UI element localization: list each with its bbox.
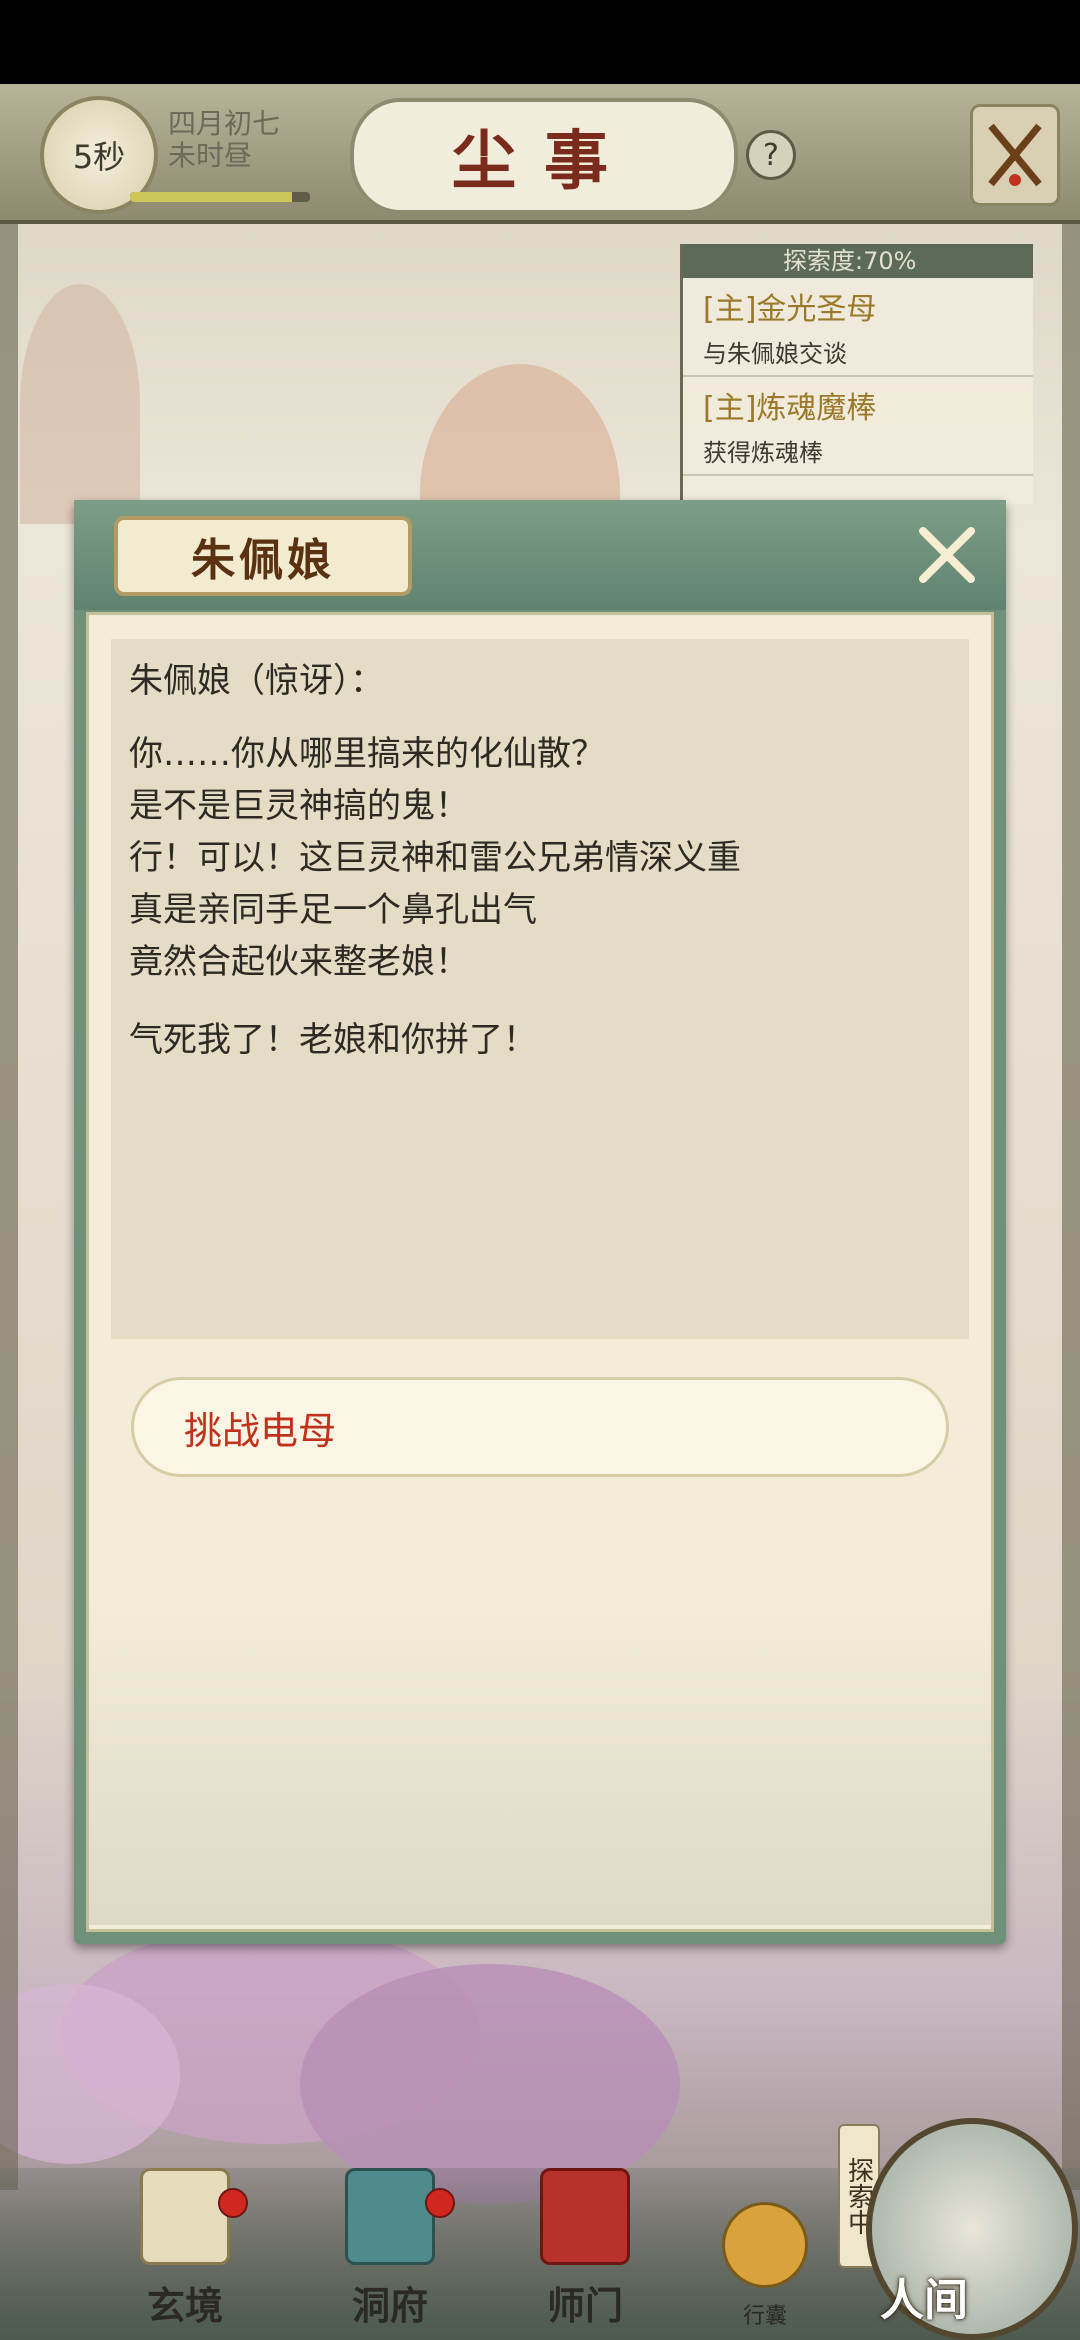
page-title-text: 尘事 [452,124,636,199]
nav-item-xingnang[interactable]: 行囊 [680,2168,850,2340]
timer-text: 5秒 [72,138,126,176]
date-line-1: 四月初七 [168,107,281,140]
exploration-progress: 探索度:70% [683,244,1033,278]
nav-label: 行囊 [742,2304,787,2329]
quest-title: [主]金光圣母 [703,292,877,327]
nav-item-shimen[interactable]: 师门 [500,2168,670,2340]
quest-tracker[interactable]: 探索度:70% [主]金光圣母 与朱佩娘交谈 [主]炼魂魔棒 获得炼魂棒 [680,244,1033,504]
dialog-close-button[interactable] [912,520,982,590]
crossed-swords-icon [988,123,1042,187]
option-label: 挑战电母 [184,1408,337,1453]
dialog-line: 气死我了！老娘和你拼了！ [129,1020,537,1060]
page-title: 尘事 [350,98,738,214]
npc-dialog: 朱佩娘 朱佩娘（惊讶）： 你……你从哪里搞来的化仙散？ 是不是巨灵神搞的鬼！ 行… [74,500,1006,1944]
landscape-mist-art [89,1595,991,1925]
quest-title: [主]炼魂魔棒 [703,391,877,426]
dialog-header: 朱佩娘 [74,500,1006,610]
nav-item-dongfu[interactable]: 洞府 [305,2168,475,2340]
banner-icon [540,2168,630,2265]
exit-button[interactable] [970,104,1060,206]
date-line-2: 未时昼 [168,139,253,172]
notification-dot [218,2188,248,2218]
quest-item[interactable]: [主]金光圣母 与朱佩娘交谈 [683,278,1033,377]
nav-label: 洞府 [351,2283,428,2328]
nav-item-xuanjing[interactable]: 玄境 [100,2168,270,2340]
dialog-line: 竟然合起伙来整老娘！ [129,942,469,982]
frame-right [1062,130,1080,2190]
bag-icon [722,2202,808,2288]
time-progress-bar [130,192,310,202]
quest-item[interactable]: [主]炼魂魔棒 获得炼魂棒 [683,377,1033,476]
top-bar: 5秒 四月初七 未时昼 尘事 ? [0,84,1080,224]
challenge-option-button[interactable]: 挑战电母 [131,1377,949,1477]
dialog-line: 你……你从哪里搞来的化仙散？ [129,734,605,774]
quest-desc: 获得炼魂棒 [703,439,823,467]
pavilion-icon [345,2168,435,2265]
nav-label: 师门 [546,2283,623,2328]
quest-desc: 与朱佩娘交谈 [703,340,847,368]
mountain-art [20,284,140,524]
help-button[interactable]: ? [746,130,796,180]
close-icon [919,527,975,583]
npc-name-plate: 朱佩娘 [114,516,412,596]
dialog-text-area: 朱佩娘（惊讶）： 你……你从哪里搞来的化仙散？ 是不是巨灵神搞的鬼！ 行！可以！… [111,639,969,1339]
nav-label: 玄境 [146,2283,223,2328]
dialog-line: 是不是巨灵神搞的鬼！ [129,786,469,826]
help-icon: ? [763,137,779,173]
game-date: 四月初七 未时昼 [168,108,280,172]
notification-dot [425,2188,455,2218]
dialog-line: 行！可以！这巨灵神和雷公兄弟情深义重 [129,838,741,878]
dialog-body: 朱佩娘（惊讶）： 你……你从哪里搞来的化仙散？ 是不是巨灵神搞的鬼！ 行！可以！… [86,612,994,1932]
time-progress-fill [130,192,292,202]
scroll-icon [140,2168,230,2265]
frame-left [0,130,18,2190]
npc-name: 朱佩娘 [191,535,335,586]
world-label: 人间 [880,2275,968,2326]
dialog-line: 真是亲同手足一个鼻孔出气 [129,890,537,930]
speaker-label: 朱佩娘（惊讶）： [129,661,384,701]
